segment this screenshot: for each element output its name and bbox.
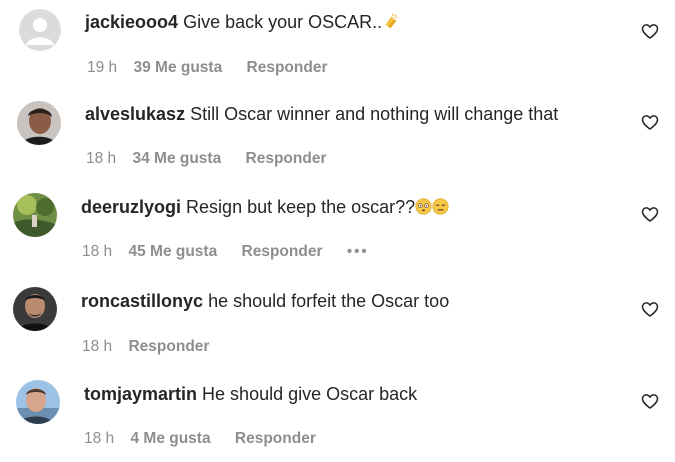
- comment-meta: 18 h 45 Me gusta Responder •••: [82, 243, 389, 261]
- avatar[interactable]: [13, 287, 57, 331]
- default-avatar-icon: [19, 9, 61, 51]
- comment-username[interactable]: tomjaymartin: [84, 384, 197, 404]
- photo-avatar-icon: [16, 380, 60, 424]
- comment-line: roncastillonyc he should forfeit the Osc…: [81, 290, 449, 312]
- avatar[interactable]: [17, 101, 61, 145]
- comment-meta: 18 h 34 Me gusta Responder: [86, 150, 347, 168]
- comment-time: 19 h: [87, 59, 118, 76]
- avatar[interactable]: [13, 193, 57, 237]
- comment-likes[interactable]: 34 Me gusta: [132, 150, 221, 167]
- heart-outline-icon[interactable]: [640, 299, 660, 319]
- expressionless-face-emoji-icon: [432, 198, 449, 215]
- clap-emoji-icon: [385, 13, 398, 29]
- comment-time: 18 h: [82, 338, 113, 355]
- comment-item: tomjaymartin He should give Oscar back 1…: [0, 370, 675, 462]
- comment-meta: 18 h Responder: [82, 338, 229, 356]
- comment-time: 18 h: [82, 243, 113, 260]
- heart-outline-icon[interactable]: [640, 112, 660, 132]
- flushed-face-emoji-icon: [415, 198, 432, 215]
- comment-meta: 19 h 39 Me gusta Responder: [87, 59, 348, 77]
- heart-outline-icon[interactable]: [640, 391, 660, 411]
- reply-button[interactable]: Responder: [128, 338, 209, 355]
- comment-line: tomjaymartin He should give Oscar back: [84, 383, 417, 405]
- comment-text: He should give Oscar back: [202, 384, 418, 404]
- comment-line: deeruzlyogi Resign but keep the oscar??: [81, 196, 449, 218]
- reply-button[interactable]: Responder: [247, 59, 328, 76]
- heart-outline-icon[interactable]: [640, 204, 660, 224]
- comment-text: Resign but keep the oscar??: [186, 197, 416, 217]
- comment-line: alveslukasz Still Oscar winner and nothi…: [85, 103, 558, 125]
- comment-meta: 18 h 4 Me gusta Responder: [84, 430, 336, 448]
- comment-line: jackieooo4 Give back your OSCAR..: [85, 11, 399, 33]
- comment-likes[interactable]: 39 Me gusta: [133, 59, 222, 76]
- photo-avatar-icon: [13, 287, 57, 331]
- comment-item: roncastillonyc he should forfeit the Osc…: [0, 278, 675, 370]
- comment-item: alveslukasz Still Oscar winner and nothi…: [0, 92, 675, 184]
- avatar[interactable]: [16, 380, 60, 424]
- comment-username[interactable]: deeruzlyogi: [81, 197, 181, 217]
- comment-time: 18 h: [86, 150, 117, 167]
- comment-text: Give back your OSCAR..: [183, 12, 383, 32]
- comment-username[interactable]: alveslukasz: [85, 104, 185, 124]
- more-options-button[interactable]: •••: [347, 243, 369, 260]
- comment-time: 18 h: [84, 430, 115, 447]
- comment-likes[interactable]: 45 Me gusta: [128, 243, 217, 260]
- avatar[interactable]: [19, 9, 61, 51]
- comment-text: Still Oscar winner and nothing will chan…: [190, 104, 559, 124]
- photo-avatar-icon: [17, 101, 61, 145]
- comment-item: deeruzlyogi Resign but keep the oscar?? …: [0, 184, 675, 276]
- photo-avatar-icon: [13, 193, 57, 237]
- comment-username[interactable]: roncastillonyc: [81, 291, 203, 311]
- heart-outline-icon[interactable]: [640, 21, 660, 41]
- comment-likes[interactable]: 4 Me gusta: [130, 430, 210, 447]
- comment-text: he should forfeit the Oscar too: [208, 291, 450, 311]
- reply-button[interactable]: Responder: [235, 430, 316, 447]
- comment-item: jackieooo4 Give back your OSCAR.. 19 h 3…: [0, 0, 675, 92]
- comment-username[interactable]: jackieooo4: [85, 12, 178, 32]
- reply-button[interactable]: Responder: [246, 150, 327, 167]
- reply-button[interactable]: Responder: [242, 243, 323, 260]
